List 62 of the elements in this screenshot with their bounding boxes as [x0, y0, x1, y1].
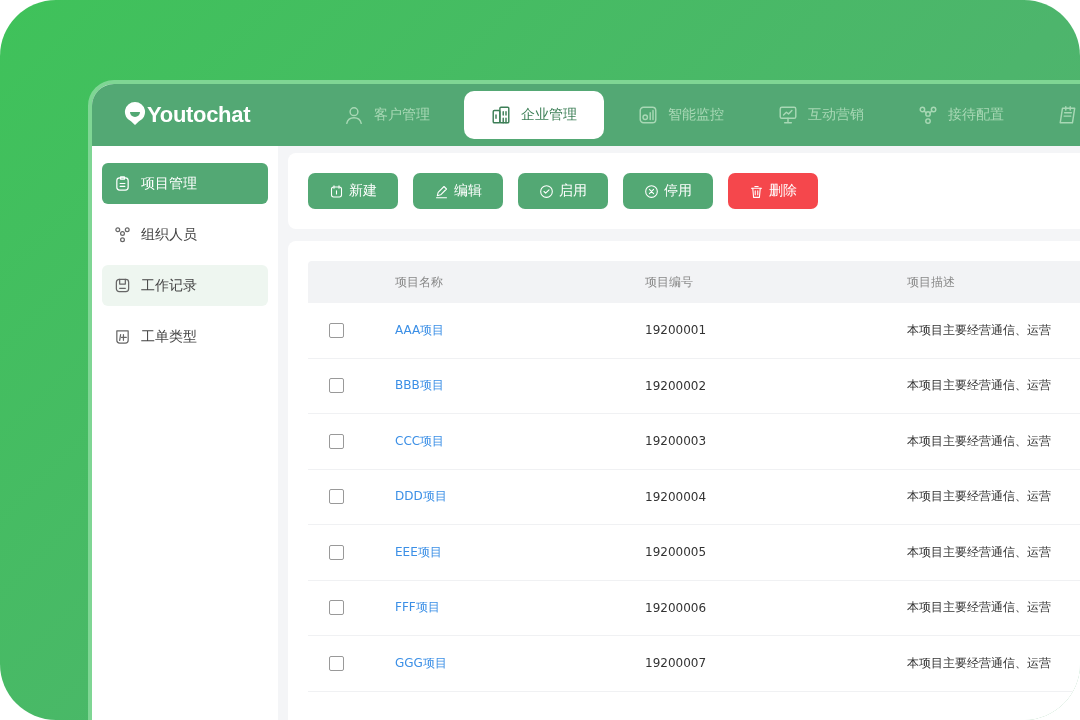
checkbox[interactable]: [329, 600, 344, 616]
people-icon: [918, 105, 938, 125]
chart-icon: [638, 105, 658, 125]
sidebar-item[interactable]: 项目管理: [102, 163, 268, 204]
column-header: 项目编号: [645, 273, 694, 291]
document-icon: [114, 328, 131, 345]
nav-tab[interactable]: 互动营销: [758, 91, 884, 139]
clipboard-icon: [114, 175, 131, 192]
table-cell: 本项目主要经营通信、运营: [907, 377, 1051, 395]
check-circle-icon: [539, 183, 554, 199]
table-cell-text: 19200001: [645, 323, 708, 338]
checkbox[interactable]: [329, 433, 344, 449]
table-cell-text: 19200004: [645, 489, 708, 504]
calendar-icon: [329, 183, 344, 199]
project-link[interactable]: FFF项目: [395, 600, 440, 615]
project-link[interactable]: BBB项目: [395, 378, 444, 393]
project-link[interactable]: AAA项目: [395, 322, 445, 337]
column-header: 项目描述: [907, 273, 955, 291]
nav-tab[interactable]: 客户管理: [324, 91, 450, 139]
nav-tab[interactable]: 接待配置: [898, 91, 1024, 139]
sidebar-item[interactable]: 组织人员: [102, 214, 268, 255]
checkbox[interactable]: [329, 489, 344, 505]
nav-tab[interactable]: 企业管理: [464, 91, 604, 139]
table-cell-text: 19200005: [645, 545, 708, 560]
pencil-icon: [434, 183, 449, 199]
table-cell: 本项目主要经营通信、运营: [907, 488, 1051, 506]
toolbar-button[interactable]: 编辑: [413, 173, 503, 209]
buildings-icon: [491, 105, 511, 125]
sidebar-item[interactable]: 工作记录: [102, 265, 268, 306]
checkbox[interactable]: [329, 544, 344, 560]
toolbar-button[interactable]: 停用: [623, 173, 713, 209]
table-cell: 本项目主要经营通信、运营: [907, 543, 1051, 561]
project-link[interactable]: EEE项目: [395, 544, 442, 559]
table-cell: 本项目主要经营通信、运营: [907, 654, 1051, 672]
save-icon: [114, 277, 131, 294]
table-cell-text: 19200002: [645, 378, 708, 393]
sidebar-item[interactable]: 工单类型: [102, 316, 268, 357]
delete-button[interactable]: 删除: [728, 173, 818, 209]
checkbox[interactable]: [329, 322, 344, 338]
project-link[interactable]: CCC项目: [395, 433, 445, 448]
user-icon: [344, 105, 364, 125]
close-circle-icon: [644, 183, 659, 199]
project-link[interactable]: DDD项目: [395, 489, 447, 504]
chat-pin-icon: [124, 101, 146, 125]
trash-icon: [749, 183, 764, 199]
table-cell-text: 19200006: [645, 600, 708, 615]
table-cell: 本项目主要经营通信、运营: [907, 599, 1051, 617]
notebook-icon: [1058, 105, 1078, 125]
brand-logo: Youtochat: [147, 102, 251, 128]
table-cell-text: 19200007: [645, 656, 708, 671]
toolbar-button[interactable]: 新建: [308, 173, 398, 209]
table-cell: 本项目主要经营通信、运营: [907, 321, 1051, 339]
project-link[interactable]: GGG项目: [395, 655, 447, 670]
table-cell: 本项目主要经营通信、运营: [907, 432, 1051, 450]
toolbar-button[interactable]: 启用: [518, 173, 608, 209]
nav-tab[interactable]: 智能监控: [618, 91, 744, 139]
table-cell-text: 19200003: [645, 434, 708, 449]
checkbox[interactable]: [329, 655, 344, 671]
checkbox[interactable]: [329, 378, 344, 394]
people-icon: [114, 226, 131, 243]
column-header: 项目名称: [395, 273, 444, 291]
presentation-icon: [778, 105, 798, 125]
